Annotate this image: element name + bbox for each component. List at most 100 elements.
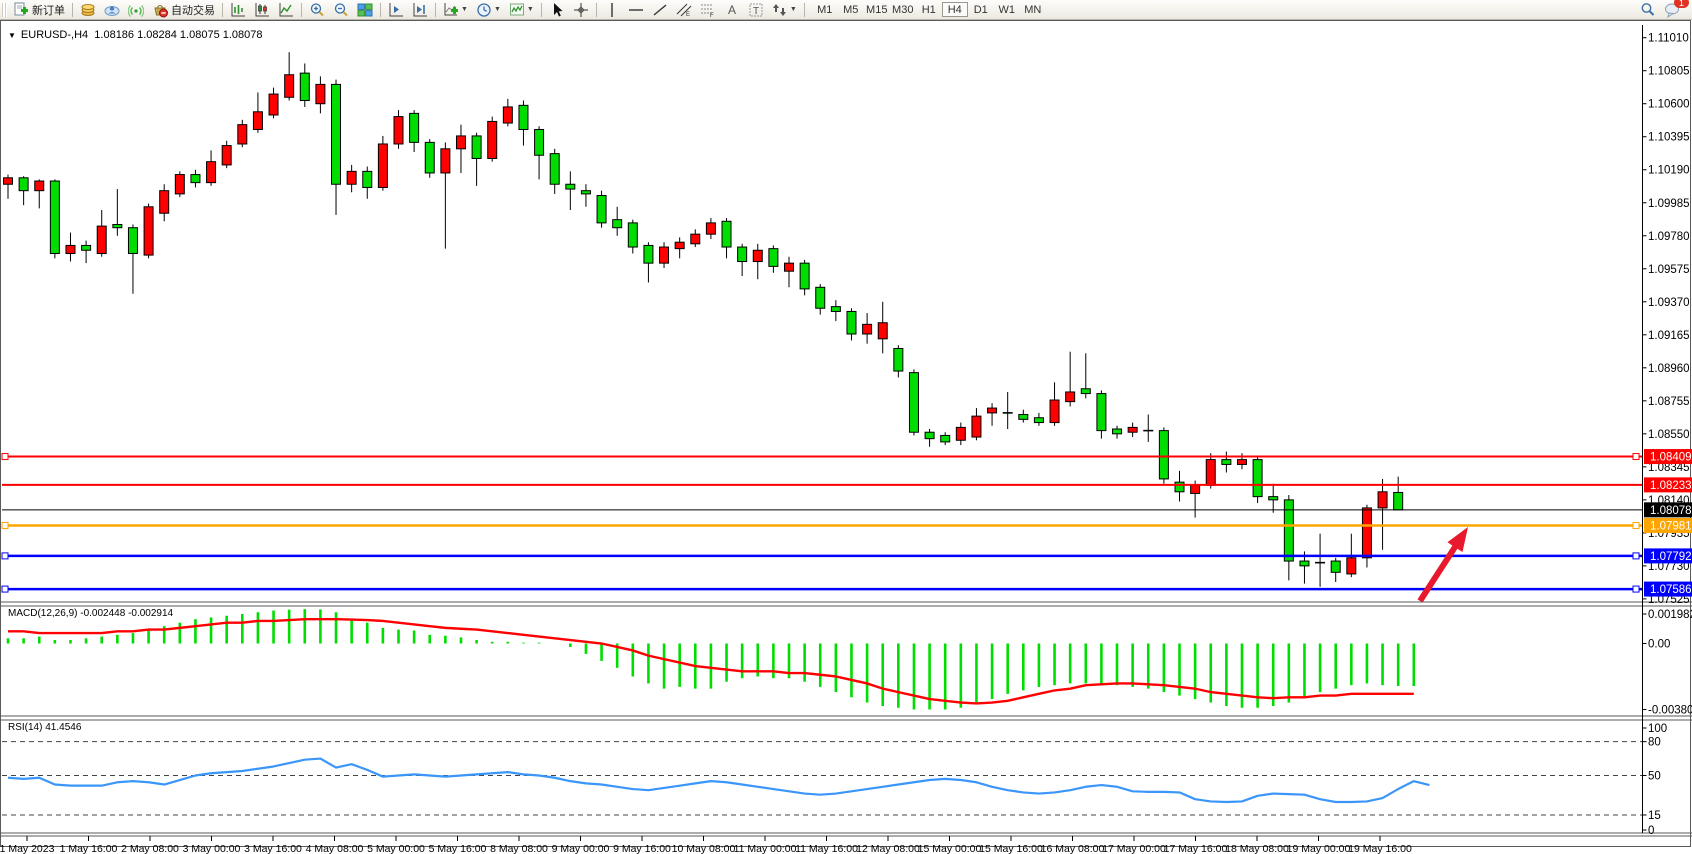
- svg-text:0.00: 0.00: [1648, 639, 1670, 651]
- chart-symbol: EURUSD-,H4: [21, 29, 88, 41]
- svg-text:15 May 00:00: 15 May 00:00: [918, 843, 982, 854]
- indicators-icon: [509, 2, 525, 18]
- svg-text:1.11010: 1.11010: [1648, 33, 1689, 45]
- svg-text:1.08755: 1.08755: [1648, 396, 1690, 408]
- chart-canvas[interactable]: 1.110101.108051.106001.103951.101901.099…: [0, 20, 1692, 854]
- svg-text:11 May 16:00: 11 May 16:00: [795, 843, 858, 854]
- svg-text:1.08078: 1.08078: [1650, 505, 1692, 517]
- svg-text:19 May 00:00: 19 May 00:00: [1287, 843, 1351, 854]
- signal-button[interactable]: [125, 1, 147, 18]
- svg-text:17 May 00:00: 17 May 00:00: [1102, 843, 1166, 854]
- svg-text:1.07792: 1.07792: [1650, 551, 1692, 563]
- rsi-pane-label: RSI(14) 41.4546: [8, 722, 81, 733]
- periods-button[interactable]: ▼: [473, 1, 504, 18]
- search-icon: [1640, 2, 1656, 18]
- text-label-icon: T: [748, 2, 764, 18]
- svg-text:1.08550: 1.08550: [1648, 429, 1690, 441]
- search-button[interactable]: [1637, 1, 1659, 18]
- indicators-button[interactable]: ▼: [506, 1, 537, 18]
- zoom-in-icon: [309, 2, 325, 18]
- new-order-icon: [13, 2, 29, 18]
- timeframe-m30[interactable]: M30: [890, 2, 916, 17]
- svg-text:1.10395: 1.10395: [1648, 132, 1690, 144]
- community-button[interactable]: [101, 1, 123, 18]
- signal-icon: [128, 2, 144, 18]
- collapse-triangle-icon[interactable]: ▼: [8, 31, 16, 40]
- svg-text:8 May 08:00: 8 May 08:00: [490, 843, 548, 854]
- fibonacci-icon: F: [700, 2, 716, 18]
- bar-chart-button[interactable]: [227, 1, 249, 18]
- svg-text:1.08233: 1.08233: [1650, 480, 1692, 492]
- chevron-down-icon: ▼: [790, 6, 797, 13]
- zoom-in-button[interactable]: [306, 1, 328, 18]
- svg-text:18 May 08:00: 18 May 08:00: [1225, 843, 1289, 854]
- text-icon: A: [724, 2, 740, 18]
- svg-text:1.10190: 1.10190: [1648, 165, 1690, 177]
- chart-window[interactable]: ▼ EURUSD-,H4 1.08186 1.08284 1.08075 1.0…: [0, 20, 1692, 854]
- hline-icon: [628, 2, 644, 18]
- separator: [380, 3, 381, 17]
- channel-tool-button[interactable]: E: [673, 1, 695, 18]
- timeframe-w1[interactable]: W1: [994, 2, 1020, 17]
- svg-text:1.08409: 1.08409: [1650, 452, 1692, 464]
- label-tool-button[interactable]: T: [745, 1, 767, 18]
- timeframe-mn[interactable]: MN: [1020, 2, 1046, 17]
- svg-text:50: 50: [1648, 771, 1661, 783]
- svg-text:5 May 00:00: 5 May 00:00: [367, 843, 425, 854]
- svg-text:T: T: [753, 6, 759, 17]
- svg-text:1.09575: 1.09575: [1648, 264, 1690, 276]
- new-chart-button[interactable]: ▼: [440, 1, 471, 18]
- crosshair-button[interactable]: [570, 1, 592, 18]
- svg-text:1.09370: 1.09370: [1648, 297, 1690, 309]
- svg-text:80: 80: [1648, 737, 1661, 749]
- separator: [222, 3, 223, 17]
- auto-scroll-icon: [412, 2, 428, 18]
- chart-shift-button[interactable]: [385, 1, 407, 18]
- separator: [541, 3, 542, 17]
- separator: [72, 3, 73, 17]
- line-chart-icon: [278, 2, 294, 18]
- notifications-button[interactable]: 1: [1661, 1, 1683, 18]
- new-order-button[interactable]: 新订单: [10, 1, 68, 18]
- cursor-icon: [549, 2, 565, 18]
- vline-icon: [604, 2, 620, 18]
- svg-text:19 May 16:00: 19 May 16:00: [1348, 843, 1412, 854]
- autotrade-label: 自动交易: [171, 2, 215, 18]
- timeframe-d1[interactable]: D1: [968, 2, 994, 17]
- svg-text:3 May 16:00: 3 May 16:00: [244, 843, 302, 854]
- equidistant-channel-icon: E: [676, 2, 692, 18]
- cursor-button[interactable]: [546, 1, 568, 18]
- styles-button[interactable]: [77, 1, 99, 18]
- timeframe-h1[interactable]: H1: [916, 2, 942, 17]
- arrows-tool-button[interactable]: ▼: [769, 1, 800, 18]
- svg-text:1.07981: 1.07981: [1650, 520, 1692, 532]
- zoom-out-button[interactable]: [330, 1, 352, 18]
- notification-badge: 1: [1674, 0, 1689, 8]
- svg-text:10 May 08:00: 10 May 08:00: [672, 843, 736, 854]
- line-chart-button[interactable]: [275, 1, 297, 18]
- tile-windows-button[interactable]: [354, 1, 376, 18]
- timeframe-h4[interactable]: H4: [942, 2, 968, 17]
- vline-tool-button[interactable]: [601, 1, 623, 18]
- chart-ohlc-values: 1.08186 1.08284 1.08075 1.08078: [94, 29, 262, 41]
- svg-text:1.09165: 1.09165: [1648, 330, 1690, 342]
- svg-text:1.08960: 1.08960: [1648, 363, 1690, 375]
- toolbar-grip[interactable]: [2, 3, 7, 17]
- text-tool-button[interactable]: A: [721, 1, 743, 18]
- svg-text:11 May 00:00: 11 May 00:00: [734, 843, 797, 854]
- candlestick-icon: [254, 2, 270, 18]
- separator: [596, 3, 597, 17]
- candlestick-chart-button[interactable]: [251, 1, 273, 18]
- timeframe-m1[interactable]: M1: [812, 2, 838, 17]
- autotrade-button[interactable]: 自动交易: [149, 1, 218, 18]
- hline-tool-button[interactable]: [625, 1, 647, 18]
- trendline-tool-button[interactable]: [649, 1, 671, 18]
- trendline-icon: [652, 2, 668, 18]
- timeframe-m5[interactable]: M5: [838, 2, 864, 17]
- timeframe-m15[interactable]: M15: [864, 2, 890, 17]
- chevron-down-icon: ▼: [461, 6, 468, 13]
- auto-scroll-button[interactable]: [409, 1, 431, 18]
- toolbar: 新订单 自动交易 ▼ ▼: [0, 0, 1692, 20]
- svg-text:1.07586: 1.07586: [1650, 584, 1692, 596]
- fibonacci-tool-button[interactable]: F: [697, 1, 719, 18]
